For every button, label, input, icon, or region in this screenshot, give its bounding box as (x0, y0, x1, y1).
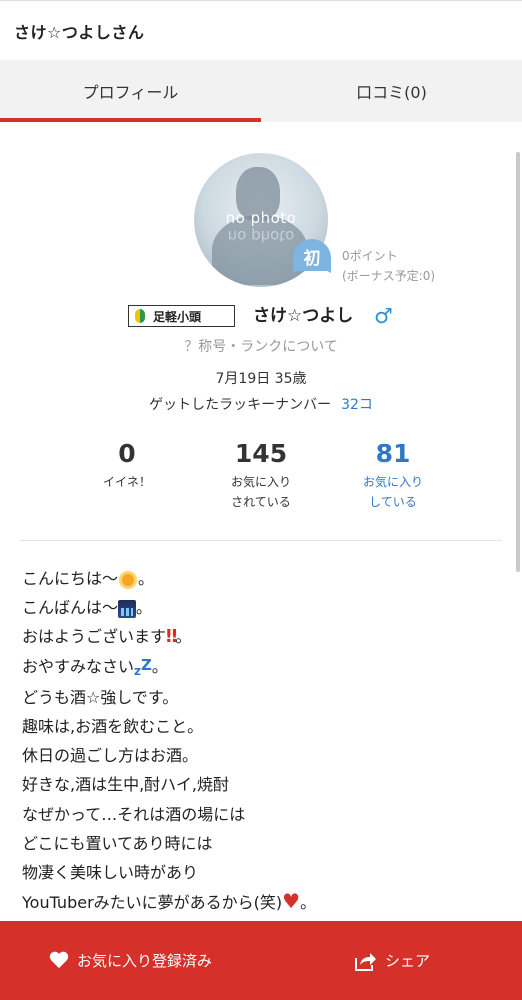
favorite-button-label: お気に入り登録済み (76, 952, 212, 970)
header: さけ☆つよしさん (0, 0, 522, 60)
tab-profile[interactable]: プロフィール (0, 60, 261, 122)
rank-info-link[interactable]: ？称号・ランクについて (0, 336, 522, 356)
bio-line: なぜかって…それは酒の場には (22, 804, 246, 824)
page: さけ☆つよしさん プロフィール 口コミ(0) no photo no photo… (0, 0, 522, 1000)
points-info: 0ポイント (ボーナス予定:0) (342, 246, 435, 286)
beginner-badge: 初 (293, 239, 331, 279)
bio-line: 趣味は,お酒を飲むこと。 (22, 717, 204, 737)
rank-title-text: 足軽小頭 (153, 309, 202, 324)
share-button-label: シェア (384, 952, 430, 970)
stat-favoriting-label[interactable]: お気に入り している (333, 472, 453, 512)
beginner-leaf-icon (135, 309, 145, 323)
bio-line: こんばんは〜。 (22, 598, 153, 618)
bio-line: どうも酒☆強しです。 (22, 687, 179, 707)
stat-likes-value: 0 (118, 439, 136, 468)
red-heart-icon: ♥ (282, 889, 301, 914)
stats-row: 0 イイネ！ 145 お気に入り されている 81 お気に入り している (0, 438, 522, 518)
share-button[interactable]: シェア (261, 921, 522, 1000)
stat-favorited-by-label-line2: されている (231, 495, 291, 509)
profile-section: no photo no photo 初 0ポイント (ボーナス予定:0) 足軽小… (0, 122, 522, 572)
bio-line: 好きな,酒は生中,酎ハイ,焼酎 (22, 775, 229, 795)
stat-likes: 0 イイネ！ (67, 438, 187, 492)
bio-line: どこにも置いてあり時には (22, 833, 213, 853)
divider (20, 540, 502, 541)
bio-line: こんにちは〜。 (22, 569, 155, 590)
page-title: さけ☆つよしさん (14, 22, 145, 42)
stat-favoriting-label-line1[interactable]: お気に入り (333, 472, 453, 492)
tab-reviews[interactable]: 口コミ(0) (261, 60, 522, 122)
double-exclamation-icon: ‼ (166, 626, 177, 648)
stat-favorited-by-label: お気に入り されている (201, 472, 321, 512)
bio-line: YouTuberみたいに夢があるから(笑)♥。 (22, 889, 317, 914)
bio-line: 物凄く美味しい時があり (22, 863, 199, 883)
bio-line: おやすみなさいzZ。 (22, 655, 168, 678)
beginner-badge-label: 初 (303, 249, 321, 269)
user-name: さけ☆つよし (253, 306, 354, 326)
stat-favoriting[interactable]: 81 お気に入り している (333, 438, 453, 512)
tab-bar: プロフィール 口コミ(0) (0, 60, 522, 122)
birthday-age: 7月19日 35歳 (215, 371, 307, 387)
rank-row: 足軽小頭 さけ☆つよし ♂ (0, 302, 522, 330)
sun-icon (118, 570, 138, 590)
stat-favorited-by: 145 お気に入り されている (201, 438, 321, 512)
stat-favorited-by-value: 145 (234, 439, 288, 468)
rank-title-badge: 足軽小頭 (128, 305, 235, 327)
bio-text: こんにちは〜。 こんばんは〜。 おはようございます‼。 おやすみなさいzZ。 ど… (22, 564, 502, 917)
stat-likes-label: イイネ！ (102, 475, 151, 489)
avatar-no-photo-text: no photo (225, 209, 297, 227)
night-city-icon (118, 599, 137, 618)
stat-favorited-by-label-line1: お気に入り (230, 475, 291, 489)
share-icon (354, 952, 376, 971)
lucky-number-link[interactable]: 32コ (341, 397, 373, 413)
sleeping-zzz-icon: zZ (134, 655, 152, 678)
bottom-action-bar: お気に入り登録済み シェア (0, 921, 522, 1000)
bio-line: 休日の過ごし方はお酒。 (22, 746, 199, 766)
bonus-text: (ボーナス予定:0) (342, 269, 436, 283)
stat-favoriting-value[interactable]: 81 (333, 438, 453, 470)
points-text: 0ポイント (342, 249, 398, 263)
heart-icon (49, 952, 69, 970)
stat-favoriting-label-line2[interactable]: している (333, 492, 453, 512)
lucky-number-row: ゲットしたラッキーナンバー 32コ (0, 394, 522, 414)
favorite-button[interactable]: お気に入り登録済み (0, 921, 261, 1000)
bio-line: おはようございます‼。 (22, 626, 192, 648)
male-gender-icon: ♂ (374, 304, 393, 328)
lucky-number-label: ゲットしたラッキーナンバー (149, 397, 332, 413)
